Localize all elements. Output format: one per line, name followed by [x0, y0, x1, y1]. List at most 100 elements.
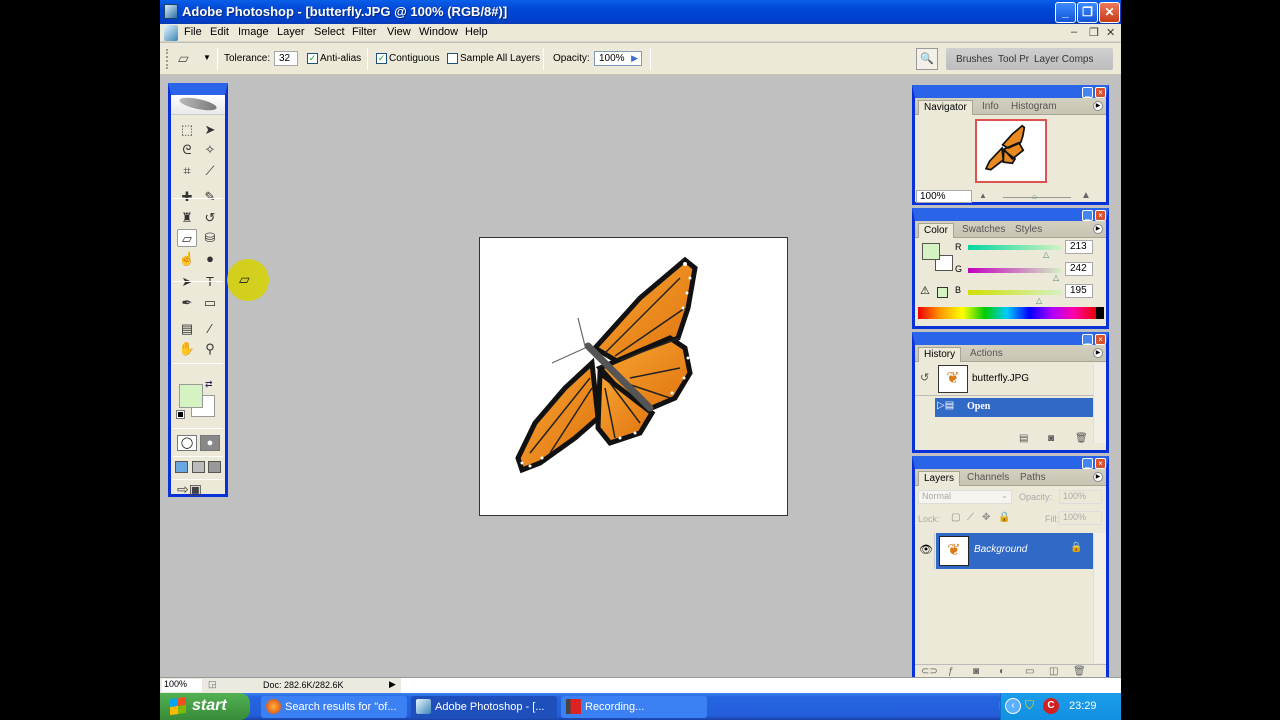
file-browser-icon[interactable]: 🔍 — [916, 48, 938, 70]
palette-menu-icon[interactable]: ▶ — [1093, 348, 1103, 358]
security-shield-icon[interactable]: ⛉ — [1025, 698, 1034, 713]
palette-minimize-button[interactable]: _ — [1082, 210, 1093, 221]
tool-move-icon[interactable]: ➤ — [200, 121, 220, 139]
palette-menu-icon[interactable]: ▶ — [1093, 101, 1103, 111]
document-canvas[interactable] — [479, 237, 788, 516]
well-tab-brushes[interactable]: Brushes — [956, 54, 993, 65]
menu-view[interactable]: View — [387, 26, 411, 38]
tool-history-brush-icon[interactable]: ↺ — [200, 209, 220, 227]
menu-window[interactable]: Window — [419, 26, 458, 38]
tab-actions[interactable]: Actions — [965, 347, 1008, 362]
show-hidden-icons-button[interactable]: ‹ — [1005, 698, 1021, 714]
menu-help[interactable]: Help — [465, 26, 488, 38]
jump-to-imageready-icon[interactable]: ⇨▣ — [177, 481, 202, 498]
tool-healing-brush-icon[interactable]: ✚ — [177, 188, 197, 206]
status-zoom[interactable]: 100% — [162, 679, 202, 692]
zoom-out-icon[interactable]: ▲ — [979, 191, 987, 200]
tool-type-icon[interactable]: T — [200, 273, 220, 291]
tab-layers[interactable]: Layers — [918, 471, 961, 486]
b-slider[interactable] — [968, 290, 1062, 295]
menu-layer[interactable]: Layer — [277, 26, 305, 38]
tab-channels[interactable]: Channels — [962, 471, 1014, 486]
g-slider[interactable] — [968, 268, 1062, 273]
menu-image[interactable]: Image — [238, 26, 269, 38]
layer-row-background[interactable]: ❦ Background 🔒 — [936, 533, 1094, 569]
out-of-gamut-warning-icon[interactable]: ⚠ — [920, 284, 930, 297]
history-state-open[interactable]: ▷▤ Open — [935, 398, 1094, 417]
doc-restore-button[interactable]: ❐ — [1089, 26, 1099, 39]
palette-minimize-button[interactable]: _ — [1082, 334, 1093, 345]
palette-menu-icon[interactable]: ▶ — [1093, 224, 1103, 234]
g-input[interactable]: 242 — [1065, 262, 1093, 276]
new-document-from-state-icon[interactable]: ▤ — [1019, 433, 1028, 444]
tool-paint-bucket-icon[interactable]: ⛁ — [200, 229, 220, 247]
blend-mode-select[interactable]: Normal ⌄ — [918, 490, 1012, 504]
r-input[interactable]: 213 — [1065, 240, 1093, 254]
document-icon[interactable] — [164, 25, 178, 41]
tool-blur-icon[interactable]: ☝ — [177, 250, 197, 268]
task-recording[interactable]: Recording... — [561, 696, 707, 718]
tool-pen-icon[interactable]: ✒ — [177, 294, 197, 312]
opacity-input[interactable]: 100% ▶ — [594, 51, 642, 66]
restore-button[interactable]: ❐ — [1077, 2, 1098, 23]
history-snapshot-row[interactable]: ↺ ❦ butterfly.JPG — [915, 363, 1094, 396]
delete-state-icon[interactable]: 🗑 — [1075, 433, 1088, 444]
opacity-slider-arrow-icon[interactable]: ▶ — [631, 52, 638, 65]
tool-slice-icon[interactable]: ⟋ — [200, 162, 220, 180]
menu-edit[interactable]: Edit — [210, 26, 229, 38]
foreground-color-swatch[interactable] — [179, 384, 203, 408]
full-screen-mode-icon[interactable] — [208, 461, 221, 473]
tool-path-selection-icon[interactable]: ➤ — [177, 273, 197, 291]
swap-colors-icon[interactable]: ⇄ — [205, 379, 213, 390]
zoom-slider-thumb[interactable]: ⌂ — [1032, 192, 1037, 201]
r-slider-thumb[interactable]: △ — [1043, 250, 1049, 259]
magic-eraser-icon[interactable]: ▱ — [178, 50, 189, 67]
tab-history[interactable]: History — [918, 347, 962, 362]
menu-select[interactable]: Select — [314, 26, 345, 38]
tab-histogram[interactable]: Histogram — [1006, 100, 1062, 115]
contiguous-checkbox[interactable]: ✓ — [376, 53, 387, 64]
zoom-in-icon[interactable]: ▲ — [1081, 190, 1091, 201]
layer-visibility-toggle[interactable]: 👁 — [915, 533, 935, 569]
palette-minimize-button[interactable]: _ — [1082, 87, 1093, 98]
palette-minimize-button[interactable]: _ — [1082, 458, 1093, 469]
doc-minimize-button[interactable]: – — [1071, 26, 1077, 38]
tool-brush-icon[interactable]: ✎ — [200, 188, 220, 206]
fill-input[interactable]: 100% — [1059, 511, 1102, 525]
status-menu-arrow-icon[interactable]: ▶ — [389, 679, 396, 690]
well-tab-layer-comps[interactable]: Layer Comps — [1034, 54, 1093, 65]
tool-eyedropper-icon[interactable]: ⁄ — [200, 320, 220, 338]
palette-menu-icon[interactable]: ▶ — [1093, 472, 1103, 482]
full-screen-menu-mode-icon[interactable] — [192, 461, 205, 473]
task-firefox[interactable]: Search results for "of... — [261, 696, 407, 718]
history-brush-source-icon[interactable]: ↺ — [920, 371, 929, 384]
tool-magic-wand-icon[interactable]: ✧ — [200, 141, 220, 159]
palette-close-button[interactable]: × — [1095, 334, 1106, 345]
gamut-color-swatch[interactable] — [937, 287, 948, 298]
quick-mask-mode-icon[interactable]: ● — [200, 435, 220, 451]
sample-all-layers-checkbox[interactable] — [447, 53, 458, 64]
b-input[interactable]: 195 — [1065, 284, 1093, 298]
palette-close-button[interactable]: × — [1095, 458, 1106, 469]
close-button[interactable]: ✕ — [1099, 2, 1120, 23]
lock-transparency-icon[interactable]: ▢ — [951, 512, 960, 523]
standard-mode-icon[interactable]: ◯ — [177, 435, 197, 451]
layer-style-icon[interactable]: ƒ — [948, 666, 954, 677]
menu-filter[interactable]: Filter — [352, 26, 376, 38]
start-button[interactable]: start — [160, 693, 250, 720]
navigator-zoom-slider[interactable] — [1003, 197, 1071, 198]
doc-close-button[interactable]: ✕ — [1106, 26, 1115, 39]
adjustment-layer-icon[interactable]: ◐ — [999, 666, 1005, 677]
link-layers-icon[interactable]: ⊂⊃ — [921, 666, 938, 677]
tolerance-input[interactable]: 32 — [274, 51, 298, 66]
tab-paths[interactable]: Paths — [1015, 471, 1051, 486]
add-mask-icon[interactable]: ◙ — [973, 666, 979, 677]
lock-all-icon[interactable]: 🔒 — [998, 512, 1010, 523]
tab-color[interactable]: Color — [918, 223, 954, 238]
navigator-proxy-preview[interactable] — [975, 119, 1047, 183]
minimize-button[interactable]: _ — [1055, 2, 1076, 23]
tool-clone-stamp-icon[interactable]: ♜ — [177, 209, 197, 227]
menu-file[interactable]: File — [184, 26, 202, 38]
tab-info[interactable]: Info — [977, 100, 1004, 115]
new-group-icon[interactable]: ▭ — [1025, 666, 1034, 677]
